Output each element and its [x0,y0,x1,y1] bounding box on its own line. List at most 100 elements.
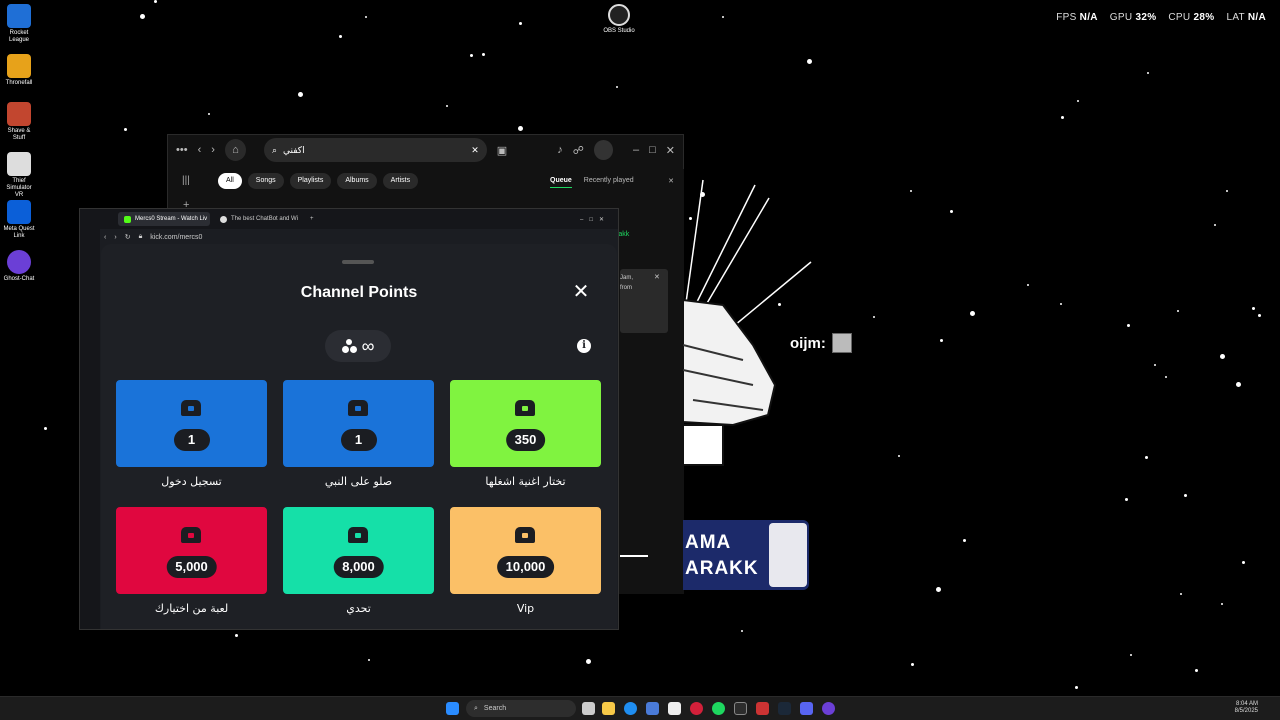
clock-date: 8/5/2025 [1234,708,1258,714]
window-controls[interactable]: –□✕ [580,216,610,223]
bell-icon[interactable]: ♪ [557,144,563,156]
star [1195,669,1198,672]
sneaker-overlay [683,179,812,466]
taskbar-search[interactable]: ⌕ Search [466,700,576,717]
ghost-chat-icon [7,250,31,274]
star [1145,456,1148,459]
chip-albums[interactable]: Albums [337,173,377,189]
star [950,210,953,213]
queue-close-icon[interactable]: ✕ [668,177,674,188]
jam-close-icon[interactable]: ✕ [654,273,660,281]
star [1060,303,1062,305]
forward-icon[interactable]: › [211,144,215,156]
maximize-icon[interactable]: □ [649,144,656,156]
back-icon[interactable]: ‹ [198,144,202,156]
star [940,339,943,342]
desktop-icon-meta-quest[interactable]: Meta Quest Link [2,200,36,240]
back-icon[interactable]: ‹ [104,234,106,241]
desktop-icon-thief-simulator[interactable]: Thief Simulator VR [2,152,36,199]
reward-cost: 10,000 [496,556,555,578]
spotify-search-input[interactable]: ⌕ اكفني ✕ [263,138,487,162]
kick-icon [124,215,131,223]
reward-label: تختار اغنية اشغلها [485,475,566,488]
chip-songs[interactable]: Songs [247,173,284,189]
info-icon[interactable]: i [577,339,591,353]
tab-kick[interactable]: Mercs0 Stream - Watch Liv [118,212,210,226]
avatar[interactable] [593,140,613,160]
reward-card[interactable]: 1 [283,380,434,467]
minimize-icon[interactable]: – [633,144,639,156]
close-icon[interactable]: ✕ [571,282,591,302]
start-icon[interactable] [446,702,459,715]
chip-playlists[interactable]: Playlists [289,173,332,189]
desktop-icon-label: Meta Quest Link [3,226,35,239]
browse-icon[interactable]: ▣ [497,144,507,157]
reward-card[interactable]: 1 [116,380,267,467]
close-icon[interactable]: ✕ [666,144,675,157]
tab-title: The best ChatBot and Wi [231,216,299,222]
reward-card[interactable]: 10,000 [450,507,601,594]
reload-icon[interactable]: ↻ [125,233,131,241]
star [339,35,342,38]
desktop-icon-shave-stuff[interactable]: Shave & Stuff [2,102,36,142]
desktop-icon-rocket-league[interactable]: Rocket League [2,4,36,44]
star [365,16,367,18]
lock-icon: 🔒︎ [138,233,143,240]
reward-card[interactable]: 5,000 [116,507,267,594]
chip-artists[interactable]: Artists [382,173,419,189]
spotify-icon[interactable] [712,702,725,715]
xbox-icon[interactable] [734,702,747,715]
chest-icon [181,527,201,543]
desktop-icon-obs[interactable]: OBS Studio [600,4,638,34]
chest-icon [181,400,201,416]
meta-quest-icon [7,200,31,224]
library-icon[interactable]: ||| [182,175,190,186]
ghost-chat-icon[interactable] [822,702,835,715]
friends-icon[interactable]: ☍ [573,144,584,157]
desktop-icon-label: Rocket League [8,30,30,43]
reward-label: صلو على النبي [324,475,393,488]
file-explorer-icon[interactable] [602,702,615,715]
spotify-filter-chips: All Songs Playlists Albums Artists [218,173,419,189]
chest-icon [348,527,368,543]
app-icon[interactable] [668,702,681,715]
discord-icon[interactable] [800,702,813,715]
home-icon[interactable]: ⌂ [224,139,246,161]
chest-icon [515,527,535,543]
desktop-icon-label: Shave & Stuff [7,128,31,141]
drag-handle[interactable] [342,260,374,264]
taskbar-clock[interactable]: 8:04 AM 8/5/2025 [1235,701,1258,715]
reward-cost: 8,000 [333,556,384,578]
star [1220,354,1225,359]
forward-icon[interactable]: › [114,234,116,241]
edge-icon[interactable] [624,702,637,715]
reward-card[interactable]: 8,000 [283,507,434,594]
tab-recently-played[interactable]: Recently played [584,177,634,188]
tab-bar: Mercs0 Stream - Watch Liv The best ChatB… [80,209,618,229]
steam-icon[interactable] [778,702,791,715]
desktop-icon-label: Thronefall [5,80,33,86]
star [1147,72,1149,74]
tab-queue[interactable]: Queue [550,177,572,188]
opera-icon[interactable] [690,702,703,715]
desktop-icon-label: Thief Simulator VR [6,178,32,198]
desktop-icon-thronefall[interactable]: Thronefall [2,54,36,87]
star [1177,310,1179,312]
app-icon[interactable] [756,702,769,715]
star [1184,494,1187,497]
new-tab-icon[interactable]: + [310,216,314,222]
reward-card[interactable]: 350 [450,380,601,467]
tab-chatbot[interactable]: The best ChatBot and Wi [214,212,306,226]
task-view-icon[interactable] [582,702,595,715]
store-icon[interactable] [646,702,659,715]
volume-slider[interactable] [620,555,648,557]
obs-icon [608,4,630,26]
banner-text: ARAKK [685,558,759,579]
more-icon[interactable]: ••• [176,144,188,156]
clear-search-icon[interactable]: ✕ [471,145,479,156]
chip-all[interactable]: All [218,173,242,189]
address-bar[interactable]: ‹ › ↻ 🔒︎ kick.com/mercs0 [80,229,618,245]
reward-label: تسجيل دخول [161,475,222,488]
desktop-icon-ghost-chat[interactable]: Ghost-Chat [2,250,36,283]
stream-banner: AMA ARAKK [683,520,809,590]
